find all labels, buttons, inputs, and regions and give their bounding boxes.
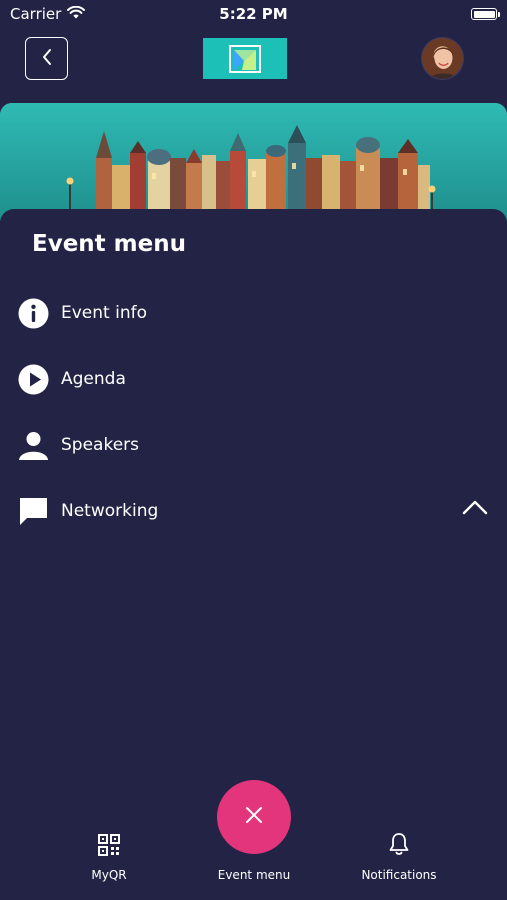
menu-item-label: Speakers [61, 435, 140, 455]
chevron-up-icon[interactable] [462, 499, 488, 519]
bottom-tab-bar: MyQR Event menu Notifications [0, 780, 507, 900]
panel-title: Event menu [32, 231, 186, 257]
play-icon [18, 364, 49, 395]
qr-code-icon [98, 834, 120, 860]
tab-label-myqr: MyQR [91, 868, 127, 882]
battery-icon [471, 8, 500, 20]
chat-icon [18, 496, 49, 527]
person-icon [18, 430, 49, 461]
status-left: Carrier [10, 5, 86, 23]
banner-image [0, 103, 507, 221]
close-icon [244, 805, 264, 829]
bell-icon [388, 832, 410, 860]
back-button[interactable] [25, 37, 68, 80]
event-menu-close-button[interactable] [217, 780, 291, 854]
status-bar: Carrier 5:22 PM [0, 0, 507, 28]
menu-item-label: Agenda [61, 369, 126, 389]
header [0, 36, 507, 82]
menu-item-label: Event info [61, 303, 147, 323]
carrier-label: Carrier [10, 5, 62, 23]
tab-notifications[interactable]: Notifications [354, 832, 444, 882]
menu-item-event-info[interactable]: Event info [18, 293, 490, 333]
menu-item-networking[interactable]: Networking [18, 491, 490, 531]
app-logo [203, 38, 287, 79]
chevron-left-icon [41, 48, 53, 70]
tab-label-event-menu: Event menu [217, 868, 291, 882]
tab-myqr[interactable]: MyQR [88, 834, 130, 882]
info-icon [18, 298, 49, 329]
tab-label-notifications: Notifications [361, 868, 437, 882]
avatar[interactable] [421, 37, 464, 80]
wifi-icon [67, 5, 86, 23]
menu-item-speakers[interactable]: Speakers [18, 425, 490, 465]
menu-item-agenda[interactable]: Agenda [18, 359, 490, 399]
status-time: 5:22 PM [219, 5, 288, 23]
menu-item-label: Networking [61, 501, 159, 521]
tab-event-menu[interactable]: Event menu [204, 860, 304, 882]
